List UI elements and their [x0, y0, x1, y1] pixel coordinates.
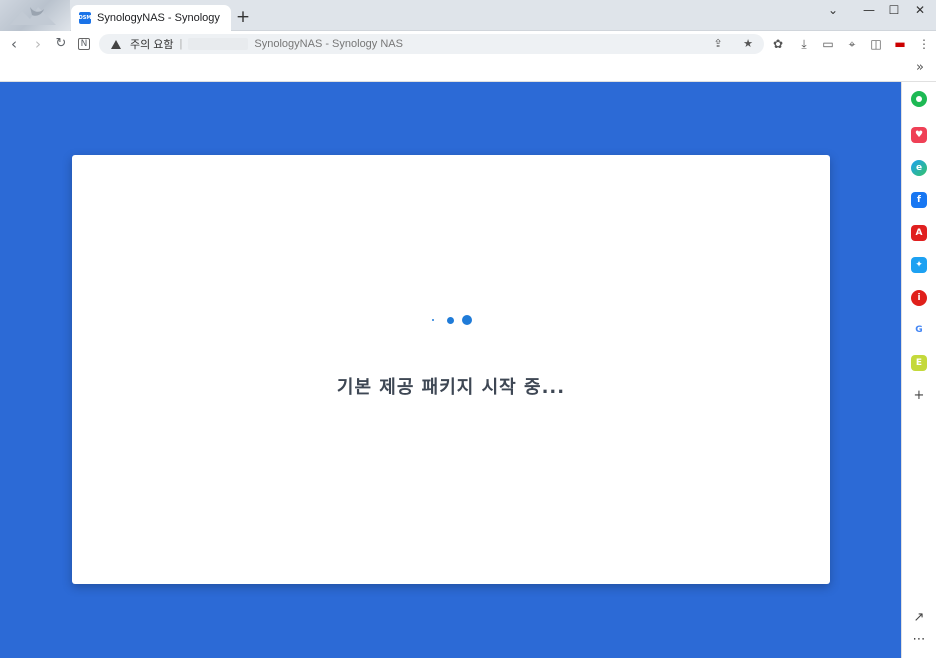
browser-sidebar: ♥ e f A ✦ i G E + ↗ ⋯: [901, 82, 936, 658]
more-options-icon[interactable]: ⋯: [910, 632, 928, 648]
spinner-dot: [447, 317, 454, 324]
address-separator: |: [179, 38, 183, 50]
screenshot-icon[interactable]: ⌖: [844, 35, 860, 53]
facebook-icon[interactable]: f: [911, 192, 927, 208]
reload-button[interactable]: ↻: [52, 35, 70, 53]
naver-icon: N: [78, 38, 90, 50]
reload-icon: ↻: [55, 36, 67, 51]
spinner-dot: [432, 319, 434, 321]
naver-button[interactable]: N: [75, 35, 93, 53]
tab-title: SynologyNAS - Synology NAS: [97, 12, 223, 24]
sidebar-toggle-row: »: [0, 57, 936, 82]
redacted-host: [188, 38, 249, 50]
page-content: 기본 제공 패키지 시작 중...: [0, 82, 901, 658]
synology-favicon-icon: DSM: [79, 12, 91, 24]
plus-icon: +: [235, 7, 251, 27]
back-arrow-icon: ‹: [11, 35, 17, 53]
bookmark-star-icon[interactable]: ★: [740, 36, 756, 52]
browser-titlebar: DSM SynologyNAS - Synology NAS + ⌄ — ☐ ✕: [0, 0, 936, 31]
theme-artwork: [0, 0, 70, 31]
close-button[interactable]: ✕: [905, 0, 935, 20]
back-button[interactable]: ‹: [5, 35, 23, 53]
browser-toolbar: ‹ › ↻ N 주의 요함 | SynologyNAS - Synology N…: [0, 31, 936, 57]
edge-icon[interactable]: e: [911, 160, 927, 176]
toolbar-icons: ⤓ ▭ ⌖ ◫ ▬ ⋮: [796, 35, 932, 53]
evernote-icon[interactable]: E: [911, 355, 927, 371]
omnibox-actions: ⇪ ★: [710, 36, 756, 52]
loading-spinner: [432, 315, 472, 325]
profile-icon[interactable]: ▬: [892, 35, 908, 53]
sidebar-expand-icon[interactable]: »: [916, 60, 924, 75]
pocket-icon[interactable]: ♥: [911, 127, 927, 143]
add-sidebar-item-button[interactable]: +: [910, 388, 928, 404]
forward-arrow-icon: ›: [35, 35, 41, 53]
address-bar[interactable]: 주의 요함 | SynologyNAS - Synology NAS ⇪ ★: [99, 34, 764, 54]
new-tab-button[interactable]: +: [234, 8, 252, 26]
tab-search-button[interactable]: ⌄: [818, 0, 848, 20]
share-icon[interactable]: ⇪: [710, 36, 726, 52]
twitter-icon[interactable]: ✦: [911, 257, 927, 273]
active-tab[interactable]: DSM SynologyNAS - Synology NAS: [71, 5, 231, 31]
loading-message: 기본 제공 패키지 시작 중...: [336, 377, 566, 398]
warning-triangle-icon: [111, 39, 121, 49]
external-link-icon[interactable]: ↗: [910, 610, 928, 626]
menu-kebab-icon[interactable]: ⋮: [916, 35, 932, 53]
google-icon[interactable]: G: [911, 322, 927, 338]
screen-capture-icon[interactable]: ▭: [820, 35, 836, 53]
adobe-acrobat-icon[interactable]: A: [911, 225, 927, 241]
page-url-text[interactable]: SynologyNAS - Synology NAS: [254, 38, 403, 50]
split-view-icon[interactable]: ◫: [868, 35, 884, 53]
green-circle-app-icon[interactable]: [911, 91, 927, 107]
loading-dialog: 기본 제공 패키지 시작 중...: [72, 155, 830, 584]
forward-button[interactable]: ›: [29, 35, 47, 53]
extensions-icon[interactable]: ✿: [770, 35, 786, 53]
info-app-icon[interactable]: i: [911, 290, 927, 306]
spinner-dot: [462, 315, 472, 325]
security-status-label[interactable]: 주의 요함: [130, 36, 174, 52]
download-icon[interactable]: ⤓: [796, 35, 812, 53]
